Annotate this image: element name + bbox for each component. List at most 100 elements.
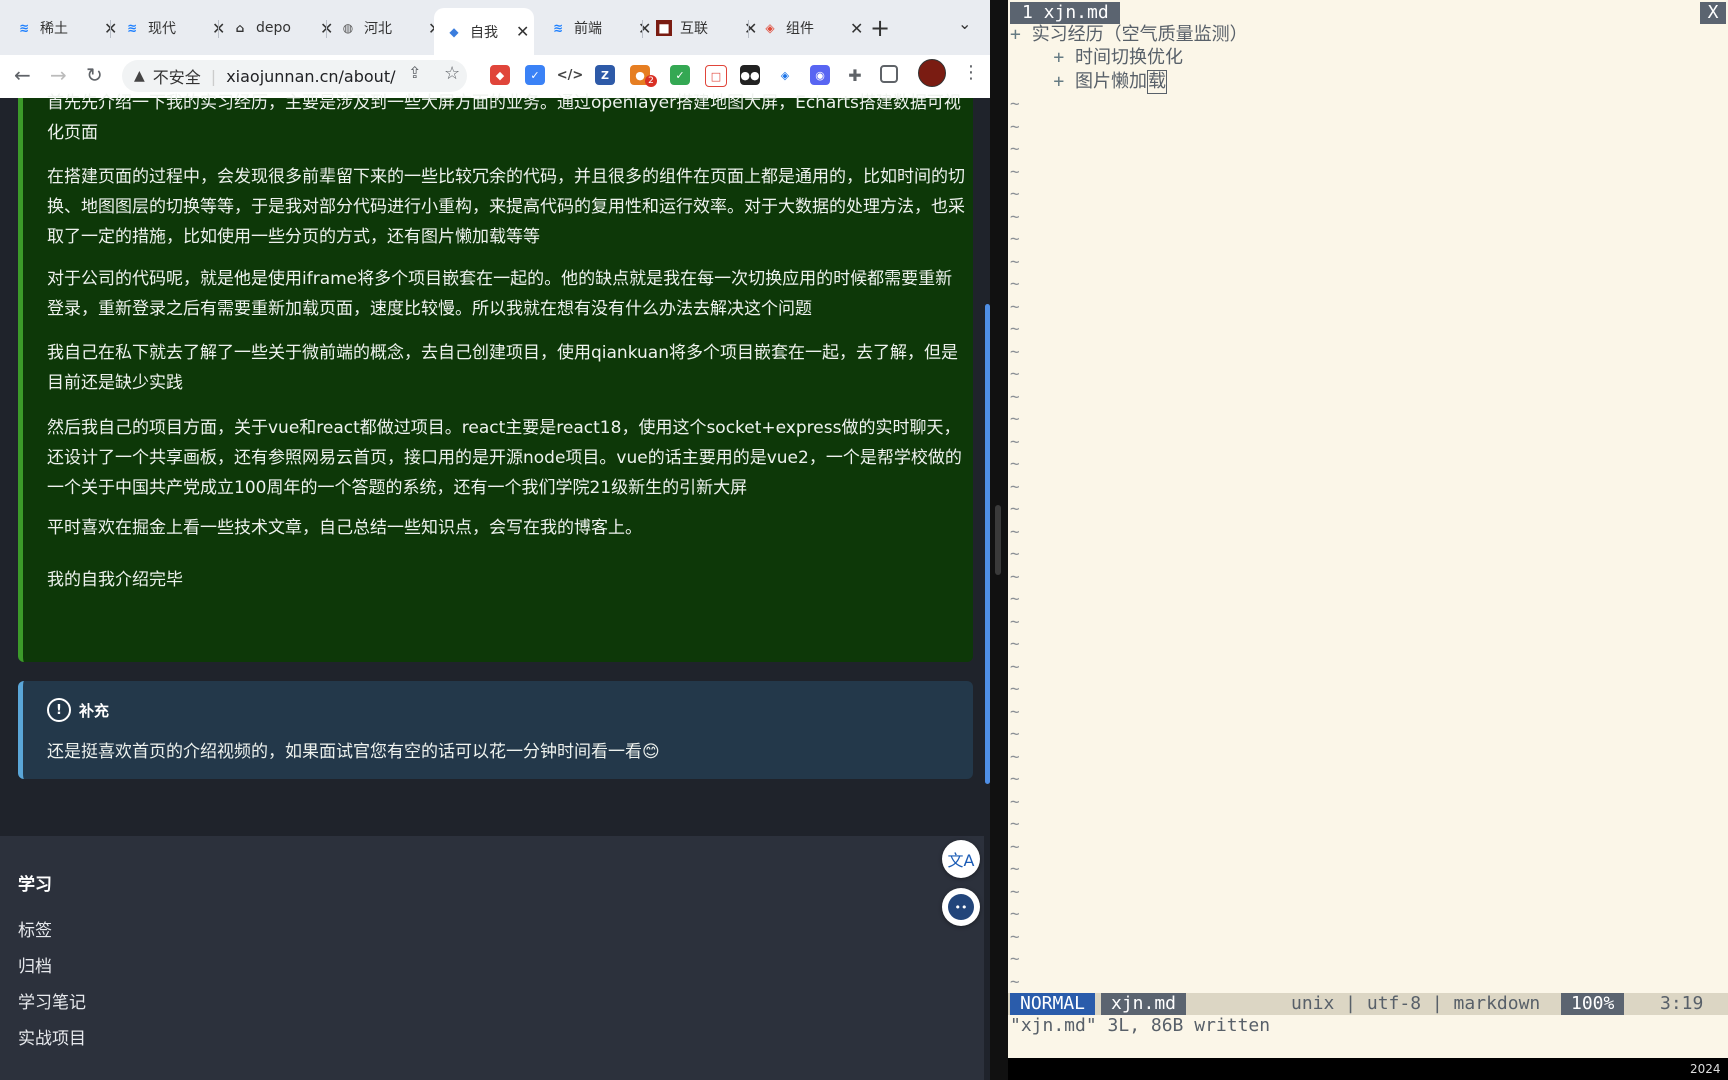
star-icon[interactable]: ☆: [444, 63, 460, 84]
tab-3[interactable]: ⌂ depo ✕: [232, 8, 334, 48]
close-icon[interactable]: ✕: [638, 19, 651, 38]
tab-title: 河北: [364, 21, 392, 37]
tilde-line: ~: [1010, 544, 1020, 563]
note-body: 还是挺喜欢首页的介绍视频的，如果面试官您有空的话可以花一分钟时间看一看😊: [47, 742, 660, 762]
tab-1[interactable]: ≋ 稀土 ✕: [16, 8, 117, 48]
page-content: 首先先介绍一下我的实习经历，主要是涉及到一些大屏方面的业务。通过openlaye…: [0, 93, 990, 1080]
tilde-line: ~: [1010, 634, 1020, 653]
url-text[interactable]: xiaojunnan.cn/about/: [226, 67, 395, 86]
window-divider[interactable]: [990, 0, 1008, 1080]
puzzle-icon[interactable]: ✚: [845, 65, 865, 85]
chevron-down-icon[interactable]: ⌄: [958, 14, 971, 33]
note-title: 补充: [79, 701, 110, 720]
footer-link-notes[interactable]: 学习笔记: [18, 988, 86, 1013]
tilde-line: ~: [1010, 319, 1020, 338]
tab-title: depo: [256, 20, 291, 36]
tilde-line: ~: [1010, 679, 1020, 698]
translate-extension-icon[interactable]: ◈: [775, 65, 795, 85]
tab-4[interactable]: ◍ 河北 ✕: [340, 8, 442, 48]
discord-extension-icon[interactable]: ◉: [810, 65, 830, 85]
tilde-line: ~: [1010, 409, 1020, 428]
tab-8[interactable]: ◈ 组件 ✕: [762, 8, 863, 48]
sidebar-icon[interactable]: [880, 65, 898, 83]
reload-icon[interactable]: ↻: [86, 63, 103, 87]
close-icon[interactable]: ✕: [516, 22, 529, 41]
paragraph: 我的自我介绍完毕: [47, 570, 183, 590]
tilde-line: ~: [1010, 499, 1020, 518]
diamond-icon: ◈: [765, 21, 775, 35]
tab-2[interactable]: ≋ 现代 ✕: [124, 8, 225, 48]
vim-close-button[interactable]: X: [1700, 2, 1726, 24]
tilde-line: ~: [1010, 611, 1020, 631]
tilde-line: ~: [1010, 791, 1020, 811]
tab-6[interactable]: ≋ 前端 ✕: [550, 8, 651, 48]
paragraph: 平时喜欢在掘金上看一些技术文章，自己总结一些知识点，会写在我的博客上。: [47, 518, 642, 538]
vim-line-1[interactable]: + 实习经历（空气质量监测）: [1010, 24, 1248, 46]
tab-title: 互联: [680, 21, 708, 37]
screen: ≋ 稀土 ✕ ≋ 现代 ✕ ⌂ depo ✕ ◍ 河北 ✕: [0, 0, 1728, 1080]
mask-extension-icon[interactable]: ●●: [740, 65, 760, 85]
juejin-icon: ≋: [126, 21, 138, 35]
calendar-extension-icon[interactable]: □: [705, 65, 727, 87]
tab-title: 组件: [786, 21, 814, 37]
footer: 学习 标签 归档 学习笔记 实战项目: [0, 836, 990, 1080]
avatar[interactable]: [918, 59, 946, 87]
vim-editor[interactable]: 1 xjn.md X + 实习经历（空气质量监测） + 时间切换优化 + 图片懒…: [1008, 0, 1728, 1058]
tilde-line: ~: [1010, 769, 1020, 788]
close-icon[interactable]: ✕: [850, 19, 863, 38]
tilde-line: ~: [1010, 161, 1020, 181]
tilde-line: ~: [1010, 274, 1020, 293]
more-icon[interactable]: ⋮: [962, 62, 980, 83]
forward-icon[interactable]: →: [50, 63, 67, 87]
translate-icon[interactable]: 文A: [942, 840, 980, 878]
vim-percent: 100%: [1561, 993, 1625, 1015]
paragraph: 在搭建页面的过程中，会发现很多前辈留下来的一些比较冗余的代码，并且很多的组件在页…: [47, 167, 965, 247]
globe-icon: ◍: [342, 21, 354, 35]
vercel-icon: ⌂: [235, 21, 245, 35]
tilde-line: ~: [1010, 296, 1020, 316]
tab-title: 自我: [470, 24, 498, 41]
tab-title: 稀土: [40, 21, 68, 37]
intro-card: 首先先介绍一下我的实习经历，主要是涉及到一些大屏方面的业务。通过openlaye…: [18, 93, 973, 662]
vim-statusline: NORMAL xjn.md unix | utf-8 | markdown 10…: [1008, 993, 1728, 1015]
paragraph: 我自己在私下就去了解了一些关于微前端的概念，去自己创建项目，使用qiankuan…: [47, 343, 958, 393]
paragraph: 对于公司的代码呢，就是他是使用iframe将多个项目嵌套在一起的。他的缺点就是我…: [47, 269, 953, 319]
share-icon[interactable]: ⇪: [408, 63, 421, 82]
resize-handle[interactable]: [995, 505, 1001, 575]
footer-link-projects[interactable]: 实战项目: [18, 1024, 86, 1049]
security-label[interactable]: 不安全: [153, 64, 201, 88]
chatbot-icon[interactable]: ••: [942, 888, 980, 926]
info-note: ! 补充 还是挺喜欢首页的介绍视频的，如果面试官您有空的话可以花一分钟时间看一看…: [18, 681, 973, 779]
tilde-line: ~: [1010, 206, 1020, 226]
tab-title: 现代: [148, 21, 176, 37]
vim-cursor: 载: [1147, 70, 1168, 94]
new-tab-button[interactable]: +: [870, 14, 890, 42]
vim-line-2[interactable]: + 时间切换优化: [1010, 47, 1183, 69]
close-icon[interactable]: ✕: [744, 19, 757, 38]
footer-link-tags[interactable]: 标签: [18, 916, 52, 941]
juejin-icon: ≋: [18, 21, 30, 35]
footer-link-archive[interactable]: 归档: [18, 952, 52, 977]
tilde-line: ~: [1010, 656, 1020, 676]
edit-extension-icon[interactable]: Z: [595, 65, 615, 85]
shield-extension-icon[interactable]: ◆: [490, 65, 510, 85]
vim-tab[interactable]: 1 xjn.md: [1010, 2, 1120, 24]
tilde-line: ~: [1010, 431, 1020, 451]
vim-mode: NORMAL: [1010, 993, 1096, 1015]
warning-icon[interactable]: ▲: [134, 68, 145, 84]
vim-line-3[interactable]: + 图片懒加载: [1010, 70, 1168, 94]
tilde-line: ~: [1010, 139, 1020, 158]
tilde-line: ~: [1010, 229, 1020, 248]
juejin-icon: ≋: [552, 21, 564, 35]
code-extension-icon[interactable]: </>: [557, 65, 583, 85]
tilde-line: ~: [1010, 476, 1020, 496]
check-extension-icon[interactable]: ✓: [525, 65, 545, 85]
tab-active[interactable]: ◆ 自我 ✕: [434, 8, 534, 55]
back-icon[interactable]: ←: [14, 63, 31, 87]
tilde-line: ~: [1010, 949, 1020, 968]
tab-7[interactable]: ■ 互联 ✕: [656, 8, 757, 48]
shield-check-extension-icon[interactable]: ✓: [670, 65, 690, 85]
vim-encoding: unix | utf-8 | markdown: [1291, 993, 1541, 1014]
tilde-line: ~: [1010, 724, 1020, 743]
tab-title: 前端: [574, 21, 602, 37]
